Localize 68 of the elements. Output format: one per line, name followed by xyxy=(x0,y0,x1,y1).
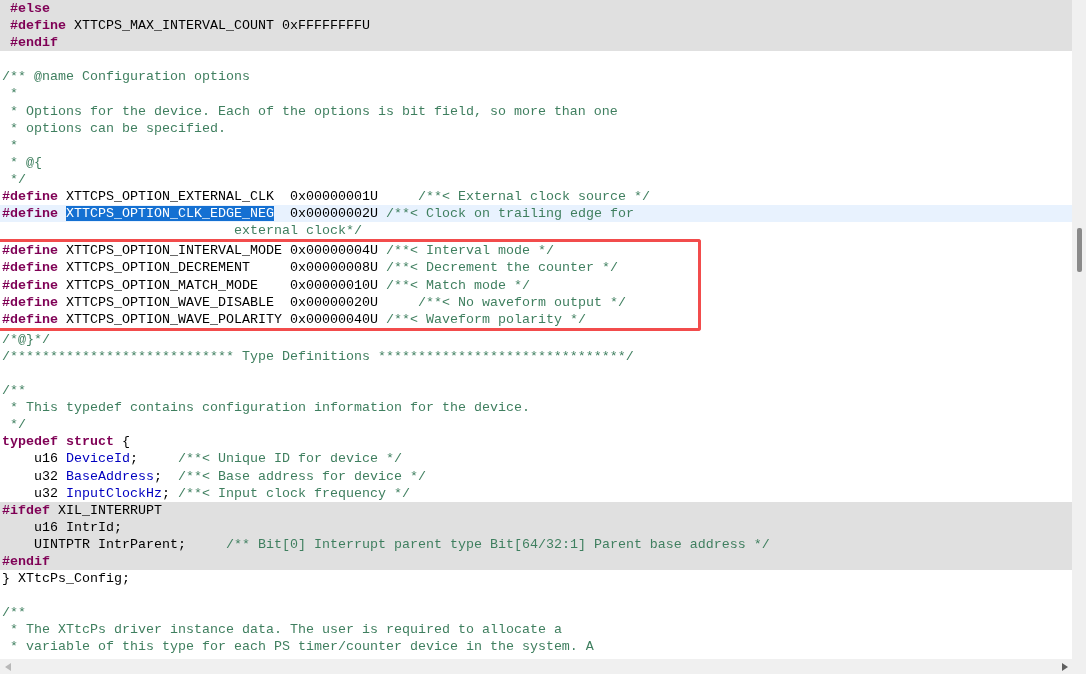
code-text: XTTCPS_OPTION_EXTERNAL_CLK 0x00000001U xyxy=(66,189,378,205)
code-comment: */ xyxy=(10,417,26,433)
code-text: { xyxy=(122,434,130,450)
code-comment: * This typedef contains configuration information for the device. xyxy=(10,400,530,416)
code-keyword: #define xyxy=(2,189,58,205)
code-text: XIL_INTERRUPT xyxy=(58,502,162,518)
code-text: ; xyxy=(162,485,170,501)
code-keyword: #ifdef xyxy=(2,502,50,518)
horizontal-scrollbar[interactable] xyxy=(0,659,1086,674)
code-keyword: typedef struct xyxy=(2,434,114,450)
code-keyword: #define xyxy=(2,206,58,222)
code-text: 0x00000002U xyxy=(289,206,378,222)
code-text: XTTCPS_MAX_INTERVAL_COUNT 0xFFFFFFFFU xyxy=(74,18,370,34)
code-text: XTTCPS_OPTION_MATCH_MODE 0x00000010U xyxy=(66,277,378,293)
code-text: ; xyxy=(130,451,138,467)
code-comment: * @{ xyxy=(10,154,42,170)
code-text: UINTPTR IntrParent; xyxy=(34,536,186,552)
code-text: u32 xyxy=(34,485,58,501)
code-comment: /** xyxy=(2,605,26,621)
code-comment: /** xyxy=(2,383,26,399)
code-comment: /**< Waveform polarity */ xyxy=(385,311,586,327)
code-keyword: #define xyxy=(2,243,58,259)
code-text: XTTCPS_OPTION_DECREMENT 0x00000008U xyxy=(66,260,378,276)
code-text: u16 xyxy=(34,451,58,467)
code-comment: /**< Interval mode */ xyxy=(385,243,554,259)
code-text: XTTCPS_OPTION_WAVE_DISABLE 0x00000020U xyxy=(66,294,378,310)
code-keyword: #endif xyxy=(2,554,50,569)
selected-text: XTTCPS_OPTION_CLK_EDGE_NEG xyxy=(66,206,274,222)
code-comment: * options can be specified. xyxy=(10,120,226,136)
code-comment: /**< Unique ID for device */ xyxy=(178,451,402,467)
code-comment: /**< Clock on trailing edge for xyxy=(385,206,634,222)
code-keyword: #define xyxy=(2,277,58,293)
scrollbar-thumb[interactable] xyxy=(1076,228,1082,272)
scroll-right-icon[interactable] xyxy=(1062,662,1068,671)
code-comment: * Options for the device. Each of the options is bit field, so more than one xyxy=(10,103,618,119)
code-comment: /**< External clock source */ xyxy=(417,189,650,205)
code-comment: external clock*/ xyxy=(233,223,362,239)
code-comment: /**< Decrement the counter */ xyxy=(385,260,618,276)
code-comment: /**< No waveform output */ xyxy=(417,294,626,310)
scroll-left-icon[interactable] xyxy=(5,662,11,671)
code-comment: /** Bit[0] Interrupt parent type Bit[64/32:1] Parent base address */ xyxy=(225,536,770,552)
code-comment: * variable of this type for each PS timer/counter device in the system. A xyxy=(10,639,594,655)
code-text: XTTCPS_OPTION_WAVE_POLARITY 0x00000040U xyxy=(66,311,378,327)
vertical-scrollbar[interactable] xyxy=(1072,0,1086,659)
code-text: ; xyxy=(154,468,162,484)
field-name: DeviceId xyxy=(66,451,130,467)
code-comment: /*@}*/ xyxy=(2,331,50,347)
code-keyword: #define xyxy=(2,260,58,276)
code-keyword: #else xyxy=(10,1,50,16)
code-comment: /** @name Configuration options xyxy=(2,69,250,85)
code-comment: /**< Input clock frequency */ xyxy=(178,485,410,501)
code-comment: * xyxy=(10,86,18,102)
code-comment: */ xyxy=(10,171,26,187)
code-text: } XTtcPs_Config; xyxy=(2,571,130,587)
field-name: InputClockHz xyxy=(66,485,162,501)
code-keyword: #define xyxy=(2,311,58,327)
code-keyword: #endif xyxy=(10,35,58,51)
code-comment: * The XTtcPs driver instance data. The user is required to allocate a xyxy=(10,622,562,638)
code-text: u32 xyxy=(34,468,58,484)
code-keyword: #define xyxy=(2,294,58,310)
code-comment: * xyxy=(10,137,18,153)
code-text: u16 IntrId; xyxy=(34,519,122,535)
code-comment: /**< Match mode */ xyxy=(385,277,530,293)
code-keyword: #define xyxy=(10,18,66,34)
code-comment: /**< Base address for device */ xyxy=(178,468,426,484)
code-text: XTTCPS_OPTION_INTERVAL_MODE 0x00000004U xyxy=(66,243,378,259)
field-name: BaseAddress xyxy=(66,468,154,484)
code-comment: /**************************** Type Definitions *******************************/ xyxy=(2,348,634,364)
